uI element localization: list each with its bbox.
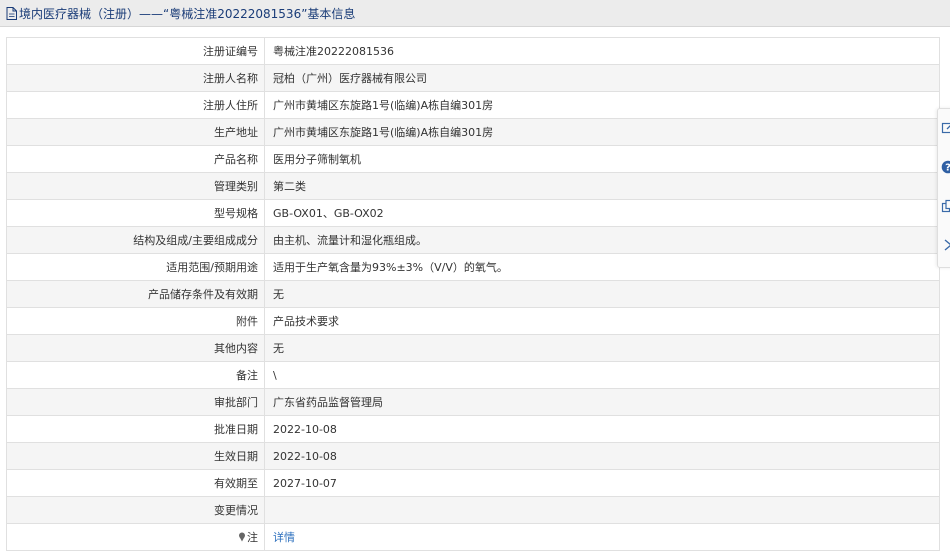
field-label: 适用范围/预期用途 <box>6 253 265 281</box>
table-row: 产品储存条件及有效期无 <box>6 280 940 308</box>
field-label: 型号规格 <box>6 199 265 227</box>
field-value <box>264 496 940 524</box>
side-toolbar: ? <box>937 108 950 268</box>
field-label: 附件 <box>6 307 265 335</box>
copy-icon[interactable] <box>941 199 950 213</box>
field-label: 产品名称 <box>6 145 265 173</box>
table-row: 变更情况 <box>6 496 940 524</box>
field-label: 批准日期 <box>6 415 265 443</box>
field-value: 2027-10-07 <box>264 469 940 497</box>
table-row: 生效日期 2022-10-08 <box>6 442 940 470</box>
help-icon[interactable]: ? <box>941 160 950 174</box>
field-label: 结构及组成/主要组成成分 <box>6 226 265 254</box>
field-label: 管理类别 <box>6 172 265 200</box>
page-title: 境内医疗器械（注册）——“粤械注准20222081536”基本信息 <box>19 6 356 21</box>
field-value: 冠柏（广州）医疗器械有限公司 <box>264 64 940 92</box>
field-label: 注册证编号 <box>6 37 265 65</box>
field-value: 医用分子筛制氧机 <box>264 145 940 173</box>
table-row: 注册人名称 冠柏（广州）医疗器械有限公司 <box>6 64 940 92</box>
table-row: 注册证编号 粤械注准20222081536 <box>6 37 940 65</box>
note-label: 注 <box>247 531 258 544</box>
field-value: 广州市黄埔区东旋路1号(临编)A栋自编301房 <box>264 91 940 119</box>
field-value: GB-OX01、GB-OX02 <box>264 199 940 227</box>
field-value: 广州市黄埔区东旋路1号(临编)A栋自编301房 <box>264 118 940 146</box>
table-row: 审批部门 广东省药品监督管理局 <box>6 388 940 416</box>
field-value: 2022-10-08 <box>264 442 940 470</box>
field-label: 生效日期 <box>6 442 265 470</box>
edit-icon[interactable] <box>941 121 950 135</box>
field-label: 生产地址 <box>6 118 265 146</box>
table-row: 批准日期 2022-10-08 <box>6 415 940 443</box>
table-row: 注册人住所 广州市黄埔区东旋路1号(临编)A栋自编301房 <box>6 91 940 119</box>
details-link[interactable]: 详情 <box>273 531 295 544</box>
table-row: 附件 产品技术要求 <box>6 307 940 335</box>
table-row: 结构及组成/主要组成成分 由主机、流量计和湿化瓶组成。 <box>6 226 940 254</box>
field-value: 由主机、流量计和湿化瓶组成。 <box>264 226 940 254</box>
field-value: \ <box>264 361 940 389</box>
svg-text:?: ? <box>945 163 950 174</box>
field-value: 无 <box>264 334 940 362</box>
table-row: 备注 \ <box>6 361 940 389</box>
document-icon <box>6 6 17 20</box>
collapse-icon[interactable] <box>941 238 950 252</box>
table-row: 适用范围/预期用途 适用于生产氧含量为93%±3%（V/V）的氧气。 <box>6 253 940 281</box>
field-label: 备注 <box>6 361 265 389</box>
field-value: 产品技术要求 <box>264 307 940 335</box>
field-label: 审批部门 <box>6 388 265 416</box>
table-row: 型号规格 GB-OX01、GB-OX02 <box>6 199 940 227</box>
table-row: 生产地址 广州市黄埔区东旋路1号(临编)A栋自编301房 <box>6 118 940 146</box>
field-label: 变更情况 <box>6 496 265 524</box>
field-value: 粤械注准20222081536 <box>264 37 940 65</box>
field-label: 其他内容 <box>6 334 265 362</box>
field-label: 产品储存条件及有效期 <box>6 280 265 308</box>
pin-icon <box>239 532 245 542</box>
field-value: 适用于生产氧含量为93%±3%（V/V）的氧气。 <box>264 253 940 281</box>
field-value: 广东省药品监督管理局 <box>264 388 940 416</box>
table-row: 产品名称 医用分子筛制氧机 <box>6 145 940 173</box>
field-value: 无 <box>264 280 940 308</box>
note-row: 注 详情 <box>6 523 940 551</box>
field-label: 注册人名称 <box>6 64 265 92</box>
table-row: 其他内容无 <box>6 334 940 362</box>
detail-table: 注册证编号 粤械注准20222081536 注册人名称 冠柏（广州）医疗器械有限公司… <box>6 37 940 551</box>
field-value: 2022-10-08 <box>264 415 940 443</box>
table-row: 有效期至 2027-10-07 <box>6 469 940 497</box>
field-label: 注册人住所 <box>6 91 265 119</box>
page-header: 境内医疗器械（注册）——“粤械注准20222081536”基本信息 <box>0 0 950 27</box>
field-label: 有效期至 <box>6 469 265 497</box>
note-label-cell: 注 <box>6 523 265 551</box>
note-value-cell: 详情 <box>264 523 940 551</box>
table-row: 管理类别 第二类 <box>6 172 940 200</box>
field-value: 第二类 <box>264 172 940 200</box>
